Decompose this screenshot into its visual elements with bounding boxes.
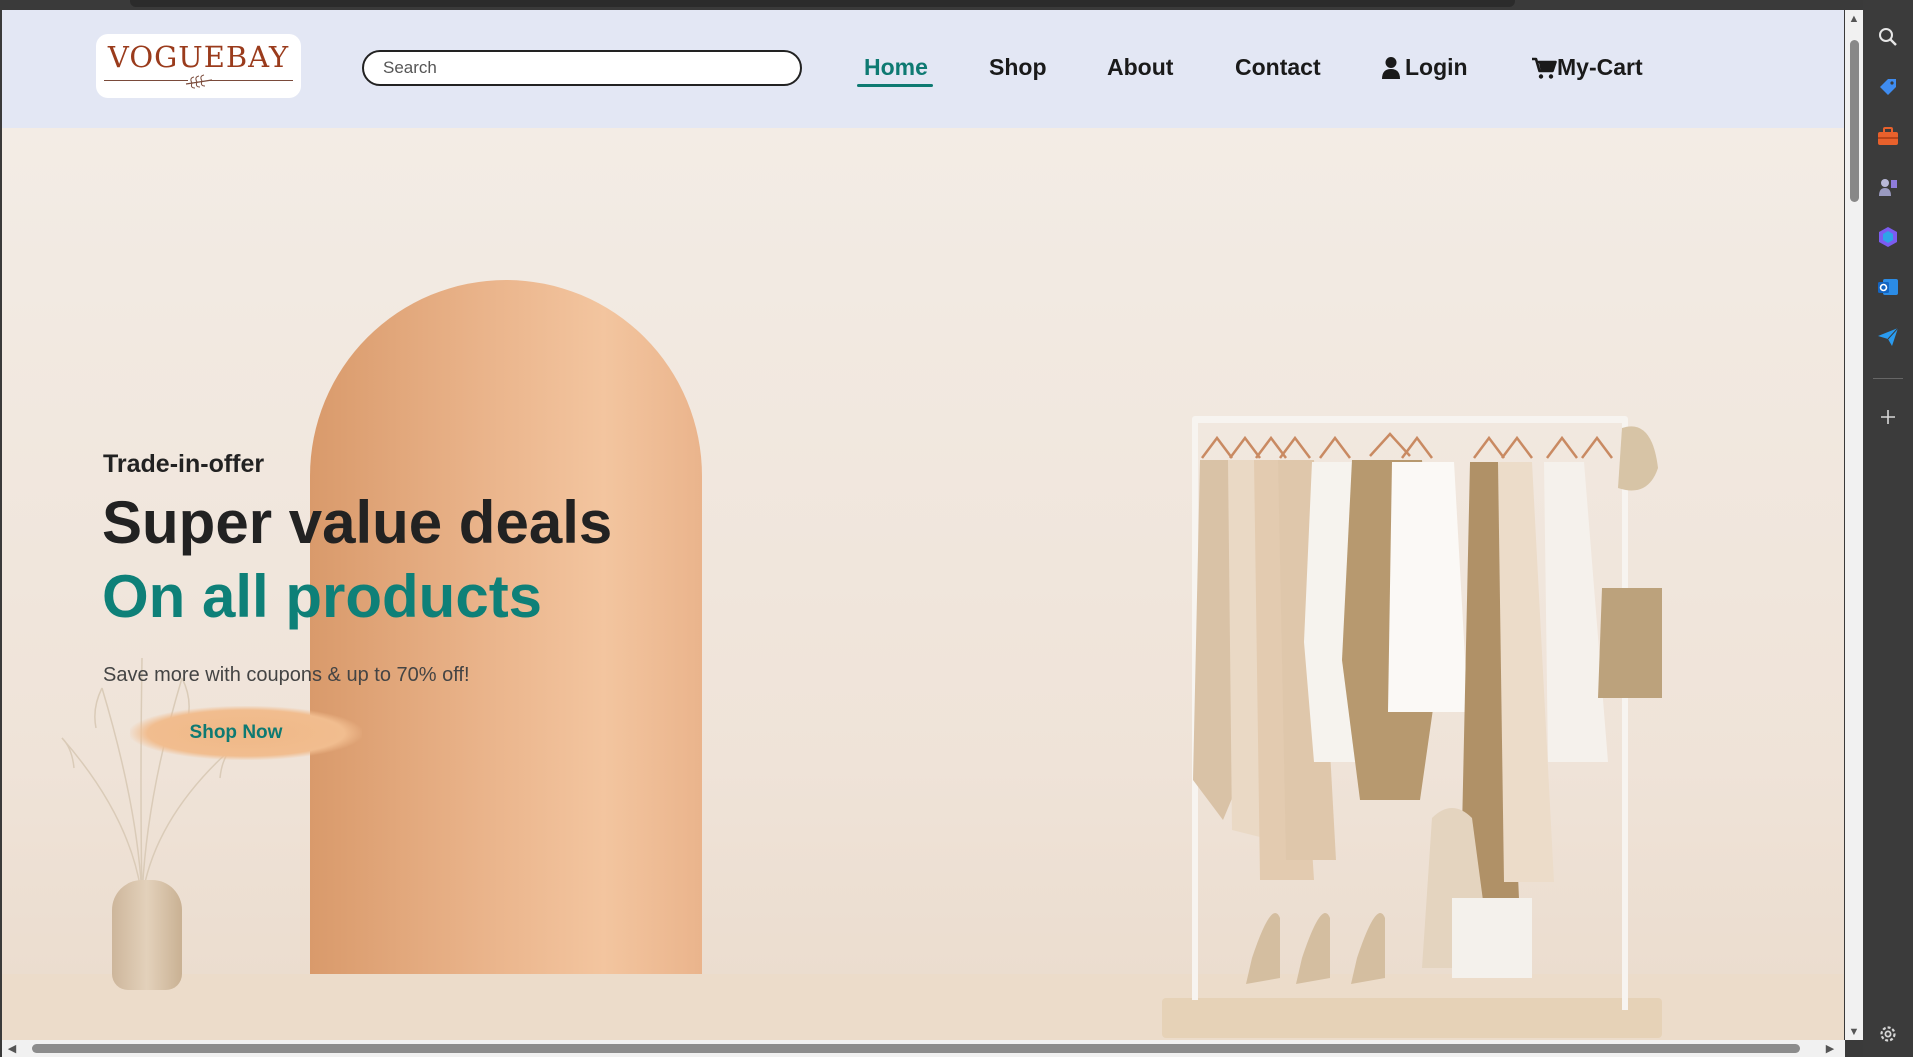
copilot-icon[interactable] xyxy=(1877,226,1899,248)
site-header: VOGUEBAY Home Shop About Contact Login xyxy=(2,10,1844,128)
search-icon[interactable] xyxy=(1877,26,1899,48)
sidebar-divider xyxy=(1873,378,1903,379)
horizontal-scroll-thumb[interactable] xyxy=(32,1044,1800,1053)
hero-arch-decoration xyxy=(310,280,702,1040)
hero-description: Save more with coupons & up to 70% off! xyxy=(103,664,470,686)
vase-decoration xyxy=(112,880,182,990)
hero-subtitle: On all products xyxy=(102,563,543,630)
games-icon[interactable] xyxy=(1877,176,1899,198)
clothing-rack-image xyxy=(1162,416,1662,1038)
nav-contact[interactable]: Contact xyxy=(1235,54,1321,81)
nav-cart-label: My-Cart xyxy=(1557,54,1643,80)
sprig-icon xyxy=(185,74,213,89)
hero-title: Super value deals xyxy=(102,489,613,556)
vertical-scroll-thumb[interactable] xyxy=(1850,40,1859,202)
browser-window: VOGUEBAY Home Shop About Contact Login xyxy=(0,0,1913,1057)
nav-home[interactable]: Home xyxy=(864,54,928,81)
nav-cart[interactable]: My-Cart xyxy=(1531,54,1643,81)
briefcase-icon[interactable] xyxy=(1877,126,1899,148)
vertical-scrollbar[interactable]: ▲ ▼ xyxy=(1845,10,1863,1040)
nav-about-label: About xyxy=(1107,54,1174,80)
horizontal-scrollbar[interactable]: ◀ ▶ xyxy=(2,1040,1845,1057)
browser-sidebar xyxy=(1863,0,1913,1057)
scroll-up-arrow[interactable]: ▲ xyxy=(1846,13,1862,25)
scroll-down-arrow[interactable]: ▼ xyxy=(1846,1026,1862,1038)
settings-icon[interactable] xyxy=(1877,1023,1899,1045)
tab-strip-edge xyxy=(130,0,1515,7)
nav-login[interactable]: Login xyxy=(1381,54,1468,81)
scroll-right-arrow[interactable]: ▶ xyxy=(1822,1042,1838,1055)
page-viewport: VOGUEBAY Home Shop About Contact Login xyxy=(2,10,1844,1040)
active-nav-indicator xyxy=(857,84,933,87)
cart-icon xyxy=(1532,57,1557,79)
nav-about[interactable]: About xyxy=(1107,54,1173,81)
send-icon[interactable] xyxy=(1877,326,1899,348)
hero-banner: Trade-in-offer Super value deals On all … xyxy=(2,128,1844,1040)
shop-now-button[interactable]: Shop Now xyxy=(130,706,362,760)
add-icon[interactable] xyxy=(1877,406,1899,428)
search-input[interactable] xyxy=(362,50,802,86)
nav-contact-label: Contact xyxy=(1235,54,1321,80)
user-icon xyxy=(1382,56,1400,79)
tag-icon[interactable] xyxy=(1877,76,1899,98)
logo-text: VOGUEBAY xyxy=(107,40,290,74)
outlook-icon[interactable] xyxy=(1877,276,1899,298)
site-logo[interactable]: VOGUEBAY xyxy=(96,34,301,98)
nav-shop[interactable]: Shop xyxy=(989,54,1047,81)
hero-eyebrow: Trade-in-offer xyxy=(103,450,265,478)
nav-login-label: Login xyxy=(1405,54,1468,80)
nav-home-label: Home xyxy=(864,54,928,80)
scroll-left-arrow[interactable]: ◀ xyxy=(4,1042,20,1055)
nav-shop-label: Shop xyxy=(989,54,1047,80)
